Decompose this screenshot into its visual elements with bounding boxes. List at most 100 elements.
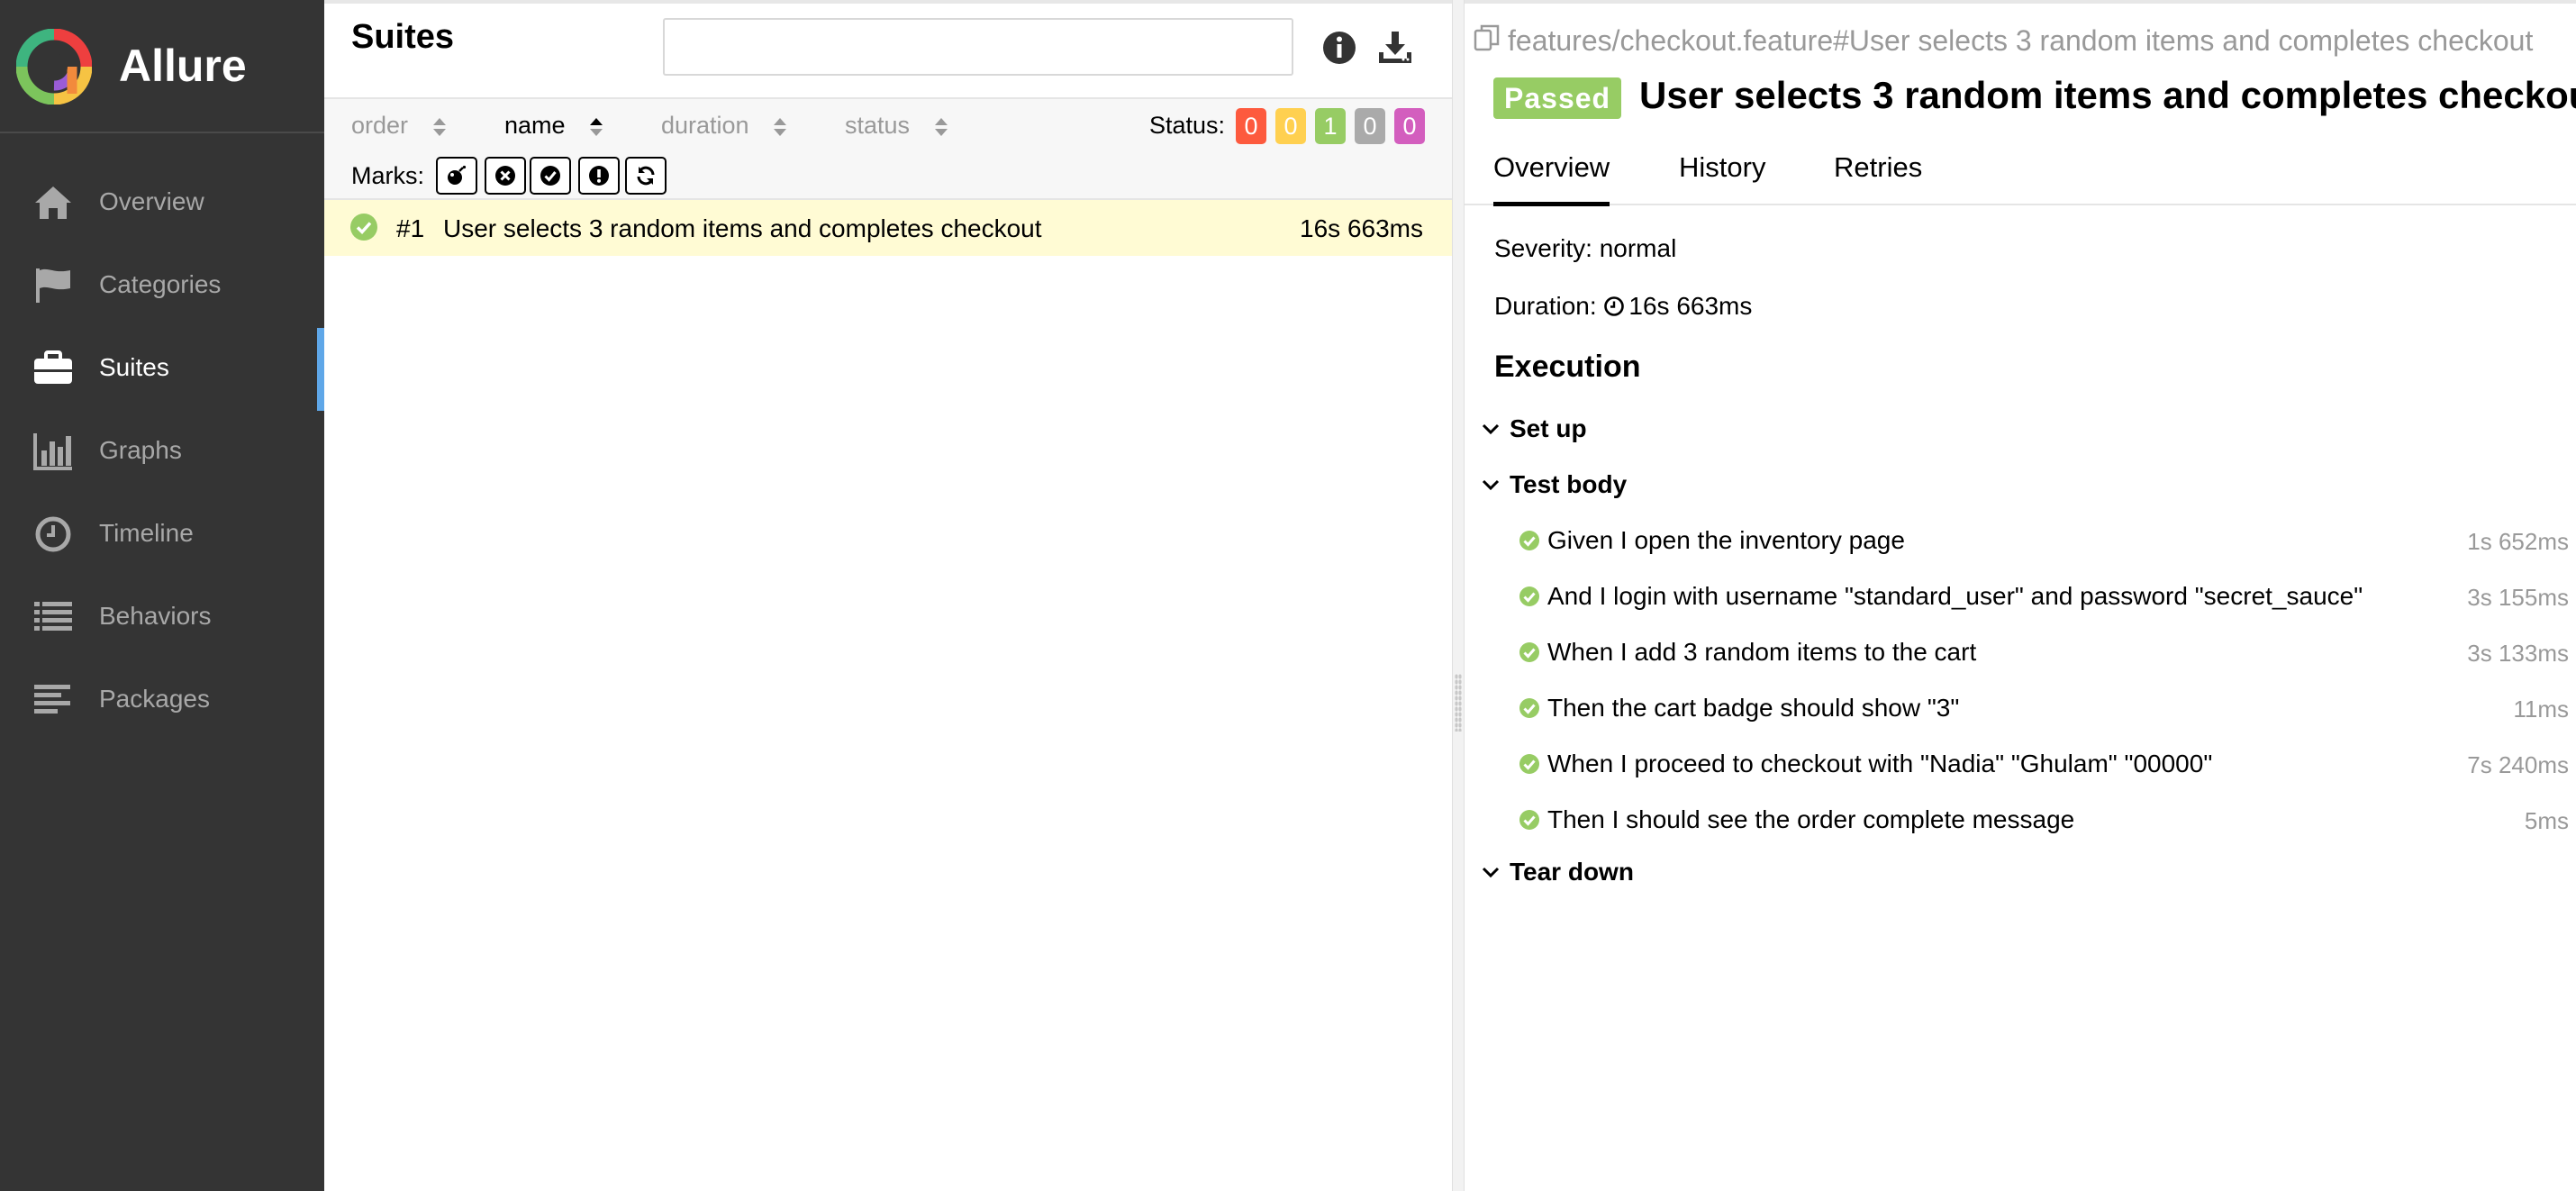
sorter-label: status	[845, 112, 911, 139]
sidebar-item-label: Graphs	[99, 436, 182, 464]
sort-by-duration[interactable]: duration	[661, 112, 788, 140]
test-body-toggle[interactable]: Test body	[1481, 470, 1627, 499]
sort-by-order[interactable]: order	[351, 112, 448, 140]
list-icon	[34, 602, 72, 631]
copy-icon[interactable]	[1474, 23, 1501, 52]
breadcrumb-text: features/checkout.feature#User selects 3…	[1508, 24, 2534, 57]
stage-label: Test body	[1510, 470, 1628, 498]
teardown-toggle[interactable]: Tear down	[1481, 858, 1634, 886]
setup-toggle[interactable]: Set up	[1481, 414, 1587, 443]
status-filter-passed[interactable]: 1	[1315, 108, 1346, 144]
step-duration: 5ms	[2524, 807, 2569, 834]
step-name: And I login with username "standard_user…	[1547, 582, 2363, 610]
sorter-label: order	[351, 112, 409, 139]
breadcrumb[interactable]: features/checkout.feature#User selects 3…	[1474, 23, 2533, 58]
table-row[interactable]: #1 User selects 3 random items and compl…	[324, 200, 1452, 256]
tab-history[interactable]: History	[1679, 151, 1765, 202]
test-number: #1	[396, 214, 425, 242]
sidebar-item-label: Timeline	[99, 519, 194, 547]
sidebar-item-label: Behaviors	[99, 602, 212, 630]
mark-new-failed-button[interactable]	[485, 157, 526, 195]
step-duration: 7s 240ms	[2467, 751, 2569, 778]
download-icon[interactable]	[1376, 29, 1414, 67]
chevron-down-icon	[1482, 423, 1500, 435]
tab-retries[interactable]: Retries	[1834, 151, 1922, 202]
sorter-label: duration	[661, 112, 749, 139]
mark-new-passed-button[interactable]	[530, 157, 571, 195]
sort-icon	[774, 117, 787, 136]
step-duration: 11ms	[2513, 696, 2569, 723]
passed-status-icon	[1519, 810, 1539, 830]
sidebar-item-suites[interactable]: Suites	[0, 328, 324, 411]
sidebar: Allure Overview Categories Suites Graphs…	[0, 0, 324, 1191]
bomb-icon	[448, 165, 467, 185]
pane-splitter[interactable]	[1452, 0, 1465, 1191]
flag-icon	[36, 268, 70, 303]
info-icon[interactable]	[1320, 29, 1358, 67]
sidebar-item-label: Suites	[99, 353, 169, 381]
sidebar-item-behaviors[interactable]: Behaviors	[0, 577, 324, 659]
marks-label: Marks:	[351, 162, 424, 189]
suites-toolbar: order name duration status Status: 0 0 1…	[324, 97, 1452, 200]
status-filter-unknown[interactable]: 0	[1394, 108, 1425, 144]
tab-overview[interactable]: Overview	[1493, 151, 1610, 206]
test-duration: 16s 663ms	[1300, 214, 1423, 242]
refresh-icon	[637, 166, 655, 186]
sorter-label: name	[504, 112, 566, 139]
step-name: When I proceed to checkout with "Nadia" …	[1547, 750, 2213, 777]
step-name: Then I should see the order complete mes…	[1547, 805, 2075, 833]
sidebar-item-overview[interactable]: Overview	[0, 162, 324, 245]
sidebar-item-label: Categories	[99, 270, 222, 298]
list-item[interactable]: Then I should see the order complete mes…	[1519, 800, 2572, 836]
exclamation-circle-icon	[589, 166, 609, 186]
stage-label: Set up	[1510, 414, 1587, 442]
test-detail-panel: features/checkout.feature#User selects 3…	[1465, 0, 2576, 1191]
sort-asc-icon	[590, 117, 603, 136]
sidebar-item-timeline[interactable]: Timeline	[0, 494, 324, 577]
bar-chart-icon	[33, 433, 72, 470]
status-filter-broken[interactable]: 0	[1275, 108, 1306, 144]
home-icon	[35, 186, 71, 219]
sort-by-status[interactable]: status	[845, 112, 949, 140]
step-name: When I add 3 random items to the cart	[1547, 638, 1977, 666]
sidebar-item-label: Overview	[99, 187, 204, 215]
briefcase-icon	[34, 350, 72, 384]
status-filter-failed[interactable]: 0	[1236, 108, 1266, 144]
suites-panel: Suites order name duration status Status…	[324, 0, 1452, 1191]
passed-status-icon	[350, 214, 377, 241]
list-item[interactable]: When I add 3 random items to the cart 3s…	[1519, 632, 2572, 668]
duration-label: Duration:	[1494, 292, 1597, 320]
check-circle-icon	[540, 166, 560, 186]
list-item[interactable]: Given I open the inventory page 1s 652ms	[1519, 521, 2572, 557]
sidebar-item-graphs[interactable]: Graphs	[0, 411, 324, 494]
step-name: Then the cart badge should show "3"	[1547, 694, 1960, 722]
align-left-icon	[34, 685, 70, 714]
sort-icon	[934, 117, 948, 136]
test-name: User selects 3 random items and complete…	[443, 214, 1042, 242]
list-item[interactable]: And I login with username "standard_user…	[1519, 577, 2572, 613]
mark-retries-button[interactable]	[625, 157, 667, 195]
search-input[interactable]	[663, 18, 1293, 76]
mark-flaky-button[interactable]	[436, 157, 477, 195]
step-name: Given I open the inventory page	[1547, 526, 1905, 554]
passed-status-icon	[1519, 754, 1539, 774]
passed-status-icon	[1519, 642, 1539, 662]
chevron-down-icon	[1482, 479, 1500, 491]
execution-heading: Execution	[1494, 350, 1641, 384]
drag-handle-icon[interactable]	[1455, 674, 1462, 732]
list-item[interactable]: When I proceed to checkout with "Nadia" …	[1519, 744, 2572, 780]
status-filter-skipped[interactable]: 0	[1355, 108, 1385, 144]
sort-by-name[interactable]: name	[504, 112, 604, 140]
step-duration: 3s 133ms	[2467, 640, 2569, 667]
status-filter-label: Status:	[1149, 112, 1226, 139]
list-item[interactable]: Then the cart badge should show "3" 11ms	[1519, 688, 2572, 724]
allure-logo	[16, 29, 92, 105]
brand-name: Allure	[119, 41, 247, 91]
passed-status-icon	[1519, 698, 1539, 718]
mark-new-broken-button[interactable]	[578, 157, 620, 195]
step-duration: 3s 155ms	[2467, 584, 2569, 611]
sidebar-item-packages[interactable]: Packages	[0, 659, 324, 742]
sidebar-item-categories[interactable]: Categories	[0, 245, 324, 328]
brand[interactable]: Allure	[0, 0, 324, 133]
sidebar-item-label: Packages	[99, 685, 210, 713]
